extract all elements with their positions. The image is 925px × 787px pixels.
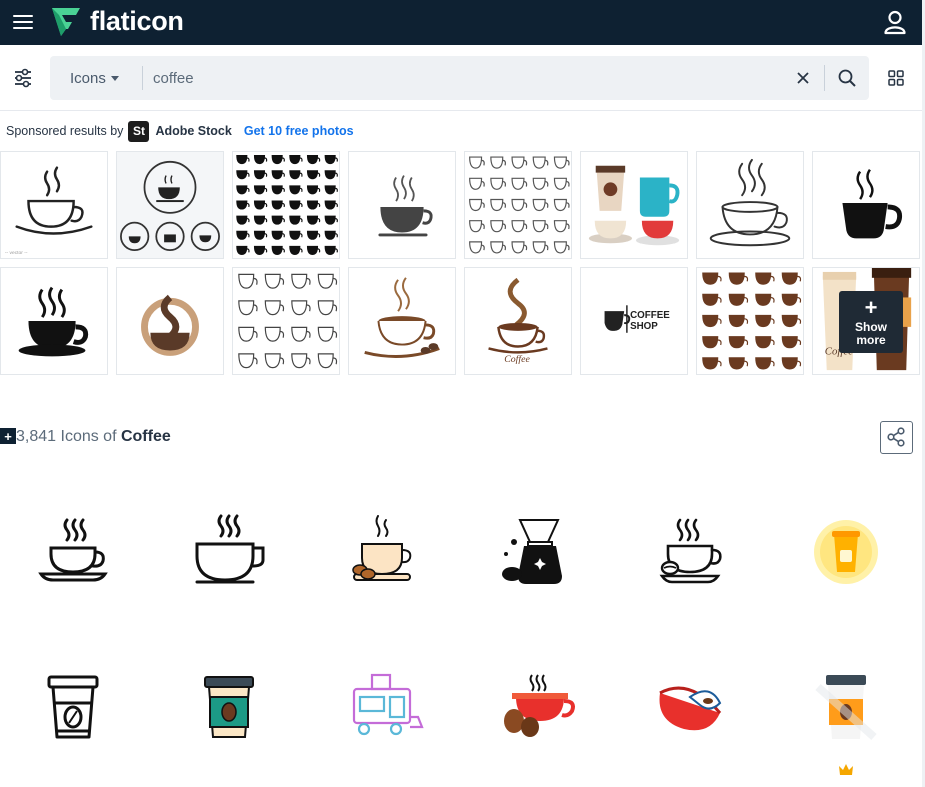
clear-search-icon[interactable]: [793, 68, 813, 88]
stock-tile-5[interactable]: [464, 151, 572, 259]
stock-tile-11[interactable]: [232, 267, 340, 375]
divider: [142, 66, 143, 90]
menu-icon[interactable]: [13, 11, 33, 33]
icon-result-11[interactable]: [640, 657, 740, 757]
resource-type-select[interactable]: Icons: [70, 56, 119, 100]
user-account-icon[interactable]: [882, 9, 908, 35]
icon-result-10[interactable]: [486, 657, 586, 757]
stock-tile-8[interactable]: [812, 151, 920, 259]
icon-result-12[interactable]: [796, 657, 896, 757]
show-more-button[interactable]: + Show more: [839, 291, 903, 353]
free-photos-link[interactable]: Get 10 free photos: [244, 124, 354, 138]
logo-text: flaticon: [90, 5, 184, 36]
tile-shop-text: SHOP: [630, 321, 658, 332]
icon-result-5[interactable]: [640, 502, 740, 602]
top-navigation-bar: flaticon: [0, 0, 925, 45]
icon-result-8[interactable]: [179, 657, 279, 757]
divider: [824, 65, 825, 91]
stock-tile-9[interactable]: [0, 267, 108, 375]
stock-tile-15[interactable]: [696, 267, 804, 375]
icon-result-6[interactable]: [796, 502, 896, 602]
icon-result-4[interactable]: [486, 502, 586, 602]
sponsored-label: Sponsored results by: [6, 124, 124, 138]
resource-type-label: Icons: [70, 69, 106, 87]
results-middle-text: Icons of: [56, 428, 121, 445]
caret-down-icon: [110, 75, 119, 81]
stock-tile-14[interactable]: COFFEE SHOP: [580, 267, 688, 375]
tile-coffee-text: COFFEE: [630, 310, 670, 321]
icon-result-3[interactable]: [332, 502, 432, 602]
results-count: 3,841: [16, 428, 57, 445]
search-icon[interactable]: [837, 68, 857, 88]
sponsored-bar: Sponsored results by St Adobe Stock Get …: [6, 120, 354, 142]
search-box: Icons: [50, 56, 869, 100]
search-row: Icons: [0, 45, 925, 111]
share-button[interactable]: [880, 421, 913, 454]
premium-crown-icon: [838, 762, 854, 776]
icon-result-7[interactable]: [23, 657, 123, 757]
filters-icon[interactable]: [12, 67, 34, 89]
stock-tile-12[interactable]: [348, 267, 456, 375]
flaticon-logo-icon: [52, 8, 80, 36]
stock-tile-10[interactable]: [116, 267, 224, 375]
stock-tile-3[interactable]: [232, 151, 340, 259]
adobe-stock-name: Adobe Stock: [155, 124, 232, 138]
grid-view-icon[interactable]: [888, 70, 904, 86]
results-title: 3,841 Icons of Coffee: [16, 428, 171, 446]
search-input[interactable]: [153, 56, 753, 100]
icon-result-1[interactable]: [23, 502, 123, 602]
stock-tile-2[interactable]: [116, 151, 224, 259]
stock-tile-7[interactable]: [696, 151, 804, 259]
stock-tile-13[interactable]: Coffee: [464, 267, 572, 375]
share-icon: [887, 427, 905, 447]
tile-caption: -- vector --: [5, 250, 28, 256]
tile-script-label: Coffee: [504, 354, 530, 365]
icon-result-9[interactable]: [332, 657, 432, 757]
flaticon-logo[interactable]: flaticon: [50, 4, 184, 38]
stock-tile-4[interactable]: [348, 151, 456, 259]
show-more-label: Show more: [855, 319, 887, 347]
stock-tile-6[interactable]: [580, 151, 688, 259]
expand-plus-button[interactable]: +: [0, 428, 16, 444]
icon-result-2[interactable]: [179, 502, 279, 602]
stock-tile-1[interactable]: -- vector --: [0, 151, 108, 259]
plus-icon: +: [864, 294, 878, 320]
results-term: Coffee: [120, 428, 171, 445]
adobe-stock-logo: St: [128, 120, 150, 142]
